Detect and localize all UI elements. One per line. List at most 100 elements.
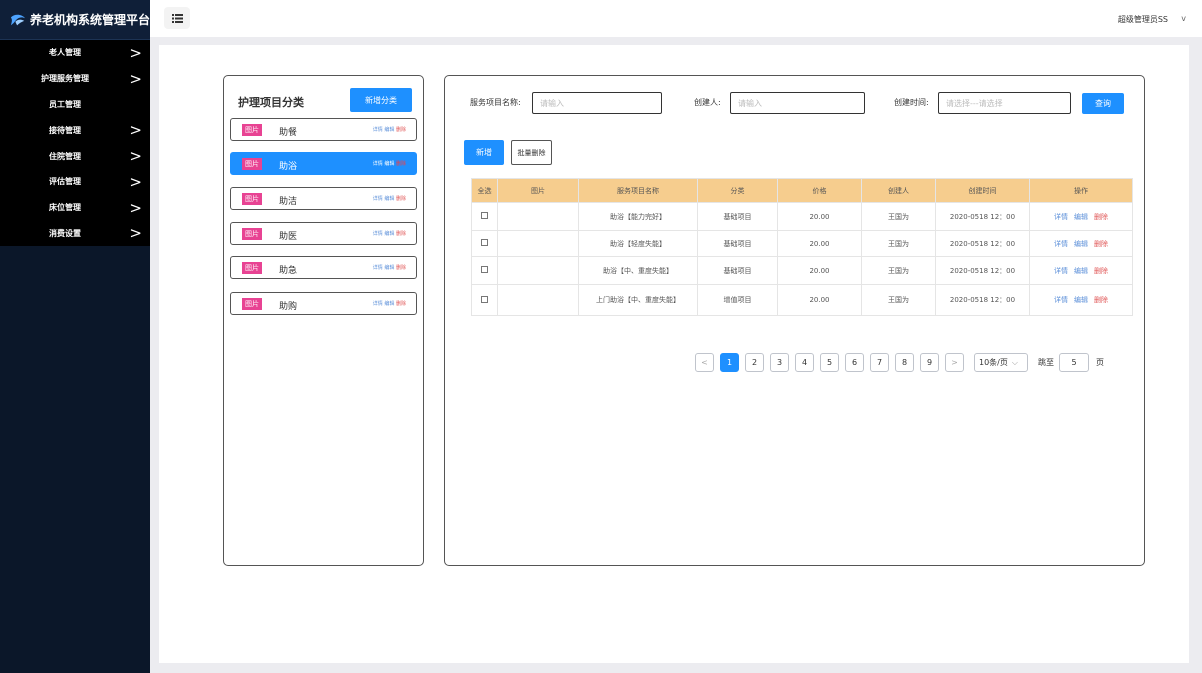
row-delete-link[interactable]: 删除 (1094, 267, 1108, 275)
jump-page-input[interactable]: 5 (1059, 353, 1089, 372)
row-checkbox[interactable] (481, 239, 488, 246)
category-edit-link[interactable]: 编辑 (384, 161, 394, 167)
row-select-cell (471, 284, 498, 316)
brand: 养老机构系统管理平台 (0, 0, 150, 40)
row-actions: 详情 编辑 删除 (1029, 230, 1133, 257)
category-item[interactable]: 图片 助急 详情 编辑 删除 (230, 256, 417, 279)
category-detail-link[interactable]: 详情 (373, 161, 383, 167)
category-edit-link[interactable]: 编辑 (384, 231, 394, 237)
page-button[interactable]: 9 (920, 353, 939, 372)
category-delete-link[interactable]: 删除 (396, 301, 406, 307)
row-category: 增值项目 (697, 284, 778, 316)
row-select-cell (471, 202, 498, 231)
category-edit-link[interactable]: 编辑 (384, 196, 394, 202)
add-category-button[interactable]: 新增分类 (350, 88, 412, 112)
app-logo-icon (10, 14, 26, 25)
category-edit-link[interactable]: 编辑 (384, 265, 394, 271)
row-checkbox[interactable] (481, 212, 488, 219)
user-dropdown-icon[interactable]: v (1181, 14, 1186, 23)
row-detail-link[interactable]: 详情 (1054, 213, 1068, 221)
column-header[interactable]: 全选 (471, 178, 498, 203)
page-button[interactable]: 6 (845, 353, 864, 372)
category-item[interactable]: 图片 助医 详情 编辑 删除 (230, 222, 417, 245)
row-detail-link[interactable]: 详情 (1054, 240, 1068, 248)
category-name: 助浴 (279, 162, 298, 172)
category-detail-link[interactable]: 详情 (373, 231, 383, 237)
creator-input[interactable]: 请输入 (730, 92, 865, 114)
category-item[interactable]: 图片 助购 详情 编辑 删除 (230, 292, 417, 315)
page-button[interactable]: 3 (770, 353, 789, 372)
sidebar-item[interactable]: 消费设置 > (0, 221, 150, 247)
row-delete-link[interactable]: 删除 (1094, 240, 1108, 248)
category-name: 助餐 (279, 128, 298, 138)
column-header: 服务项目名称 (578, 178, 698, 203)
category-detail-link[interactable]: 详情 (373, 301, 383, 307)
row-name: 助浴【轻度失能】 (578, 230, 698, 257)
row-price: 20.00 (777, 256, 862, 285)
category-detail-link[interactable]: 详情 (373, 196, 383, 202)
row-name: 上门助浴【中、重度失能】 (578, 284, 698, 316)
row-edit-link[interactable]: 编辑 (1074, 296, 1088, 304)
created-time-range-input[interactable]: 请选择---请选择 (938, 92, 1071, 114)
row-name: 助浴【中、重度失能】 (578, 256, 698, 285)
chevron-right-icon: > (129, 69, 142, 88)
page-button[interactable]: 2 (745, 353, 764, 372)
page-size-select[interactable]: 10条/页 ⌵ (974, 353, 1028, 372)
sidebar-item[interactable]: 评估管理 > (0, 169, 150, 195)
sidebar-item[interactable]: 护理服务管理 > (0, 66, 150, 92)
row-created-time: 2020-0518 12：00 (935, 284, 1030, 316)
sidebar-item[interactable]: 床位管理 > (0, 195, 150, 221)
user-name[interactable]: 超级管理员SS (1118, 14, 1168, 25)
row-detail-link[interactable]: 详情 (1054, 296, 1068, 304)
row-select-cell (471, 230, 498, 257)
sidebar-item[interactable]: 接待管理 > (0, 117, 150, 143)
category-delete-link[interactable]: 删除 (396, 161, 406, 167)
category-image: 图片 (242, 228, 262, 240)
row-delete-link[interactable]: 删除 (1094, 213, 1108, 221)
page-button[interactable]: 4 (795, 353, 814, 372)
category-detail-link[interactable]: 详情 (373, 265, 383, 271)
category-name: 助急 (279, 266, 298, 276)
row-actions: 详情 编辑 删除 (1029, 284, 1133, 316)
row-edit-link[interactable]: 编辑 (1074, 213, 1088, 221)
chevron-down-icon: ⌵ (1011, 357, 1018, 367)
row-image-cell (497, 230, 579, 257)
jump-label: 跳至 (1038, 358, 1054, 367)
category-name: 助购 (279, 302, 298, 312)
category-edit-link[interactable]: 编辑 (384, 127, 394, 133)
search-button[interactable]: 查询 (1082, 93, 1124, 114)
row-checkbox[interactable] (481, 266, 488, 273)
batch-delete-button[interactable]: 批量删除 (511, 140, 552, 165)
category-delete-link[interactable]: 删除 (396, 265, 406, 271)
category-delete-link[interactable]: 删除 (396, 127, 406, 133)
row-checkbox[interactable] (481, 295, 488, 303)
category-item[interactable]: 图片 助餐 详情 编辑 删除 (230, 118, 417, 141)
row-edit-link[interactable]: 编辑 (1074, 240, 1088, 248)
row-edit-link[interactable]: 编辑 (1074, 267, 1088, 275)
page-button[interactable]: 5 (820, 353, 839, 372)
row-actions: 详情 编辑 删除 (1029, 202, 1133, 231)
next-page-button[interactable]: > (945, 353, 964, 372)
page-size-value: 10条/页 (979, 358, 1008, 367)
category-delete-link[interactable]: 删除 (396, 231, 406, 237)
page-button[interactable]: 7 (870, 353, 889, 372)
sidebar-item[interactable]: 员工管理 (0, 92, 150, 118)
row-creator: 王国为 (861, 202, 936, 231)
page-button[interactable]: 8 (895, 353, 914, 372)
category-delete-link[interactable]: 删除 (396, 196, 406, 202)
new-button[interactable]: 新增 (464, 140, 504, 165)
page-button[interactable]: 1 (720, 353, 739, 372)
category-item[interactable]: 图片 助洁 详情 编辑 删除 (230, 187, 417, 210)
category-detail-link[interactable]: 详情 (373, 127, 383, 133)
row-select-cell (471, 256, 498, 285)
row-detail-link[interactable]: 详情 (1054, 267, 1068, 275)
menu-toggle-button[interactable] (164, 7, 190, 29)
category-edit-link[interactable]: 编辑 (384, 301, 394, 307)
row-price: 20.00 (777, 202, 862, 231)
service-name-input[interactable]: 请输入 (532, 92, 662, 114)
prev-page-button[interactable]: < (695, 353, 714, 372)
sidebar-item[interactable]: 住院管理 > (0, 143, 150, 169)
category-item[interactable]: 图片 助浴 详情 编辑 删除 (230, 152, 417, 175)
sidebar-item[interactable]: 老人管理 > (0, 40, 150, 66)
row-delete-link[interactable]: 删除 (1094, 296, 1108, 304)
